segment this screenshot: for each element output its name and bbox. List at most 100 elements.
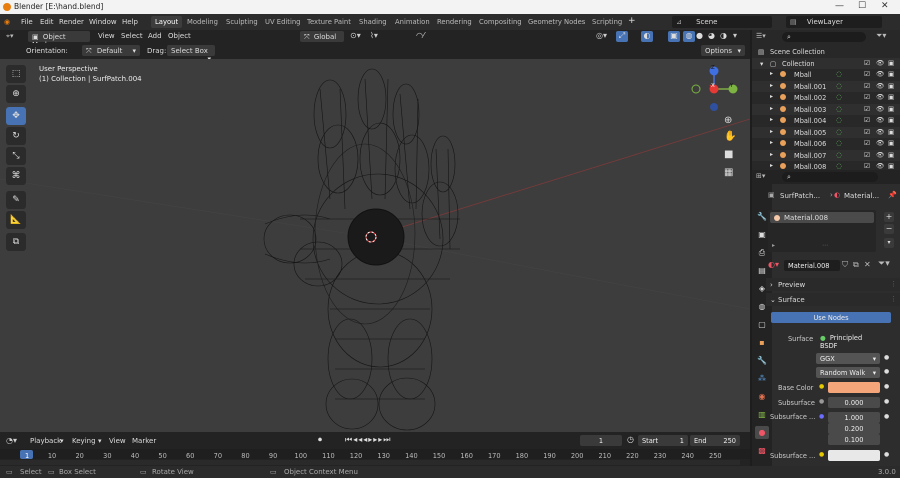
outliner-item[interactable]: ▸ Mball.007 ◌ ☑ 👁 ▣	[752, 149, 900, 161]
eye-icon[interactable]: 👁	[876, 59, 884, 67]
keyframe-dot-icon[interactable]: ●	[884, 368, 889, 375]
menu-file[interactable]: File	[21, 18, 33, 26]
use-nodes-button[interactable]: Use Nodes	[771, 312, 891, 323]
material-slot-list[interactable]: Material.008 ▸ ⋯	[768, 210, 876, 252]
viewport-menu-select[interactable]: Select	[121, 32, 143, 40]
camera-icon[interactable]: ▣	[888, 82, 894, 90]
drag-handle-icon[interactable]: ⋮⋮	[890, 295, 900, 303]
collection-tab-icon[interactable]: ▢	[755, 318, 769, 331]
start-frame-field[interactable]: Start 1	[638, 435, 688, 446]
surface-shader-field[interactable]: ● Principled BSDF	[816, 332, 880, 350]
browse-material-icon[interactable]: ◐▾	[768, 260, 779, 269]
cursor-tool-icon[interactable]: ⊕	[6, 85, 26, 103]
scale-tool-icon[interactable]: ⤡	[6, 147, 26, 165]
tab-texture-paint[interactable]: Texture Paint	[303, 16, 355, 28]
keyframe-dot-icon[interactable]: ●	[884, 451, 889, 458]
expand-icon[interactable]: ▸	[770, 139, 773, 146]
timeline-editor-icon[interactable]: ◔▾	[6, 436, 17, 445]
solid-shading-icon[interactable]: ●	[696, 31, 703, 40]
properties-search-input[interactable]: ⌕	[782, 172, 878, 182]
properties-editor-icon[interactable]: ⊞▾	[756, 172, 765, 180]
eye-icon[interactable]: 👁	[876, 116, 884, 124]
close-button[interactable]: ✕	[881, 1, 889, 11]
remove-slot-button[interactable]: −	[884, 224, 894, 234]
select-box-tool-icon[interactable]: ⬚	[6, 65, 26, 83]
minimize-button[interactable]: —	[835, 1, 844, 11]
metaball-data-icon[interactable]: ◌	[836, 70, 842, 78]
rotate-tool-icon[interactable]: ↻	[6, 127, 26, 145]
expand-icon[interactable]: ▸	[770, 116, 773, 123]
expand-icon[interactable]: ▸	[770, 70, 773, 77]
annotate-tool-icon[interactable]: ✎	[6, 191, 26, 209]
outliner-item[interactable]: ▸ Mball ◌ ☑ 👁 ▣	[752, 69, 900, 81]
camera-icon[interactable]: ▣	[888, 151, 894, 159]
checkbox-icon[interactable]: ☑	[864, 82, 870, 90]
menu-help[interactable]: Help	[122, 18, 138, 26]
object-data-tab-icon[interactable]: ▥	[755, 408, 769, 421]
rendered-shading-icon[interactable]: ◑	[720, 31, 727, 40]
expand-icon[interactable]: ▸	[770, 162, 773, 169]
drag-dropdown[interactable]: Select Box ▾	[167, 45, 215, 63]
outliner-item[interactable]: ▸ Mball.003 ◌ ☑ 👁 ▣	[752, 103, 900, 115]
subsurface-method-dropdown[interactable]: Random Walk ▾	[816, 367, 880, 378]
fake-user-icon[interactable]: ⛉	[842, 260, 848, 270]
outliner-search-input[interactable]: ⌕	[782, 32, 866, 42]
checkbox-icon[interactable]: ☑	[864, 59, 870, 67]
material-slot-row[interactable]: Material.008	[770, 212, 874, 223]
float-socket-icon[interactable]: ●	[819, 398, 824, 405]
material-shading-icon[interactable]: ◕	[708, 31, 715, 40]
tab-scripting[interactable]: Scripting	[588, 16, 626, 28]
pivot-icon[interactable]: ⊙▾	[350, 31, 361, 40]
eye-icon[interactable]: 👁	[876, 162, 884, 170]
3d-viewport[interactable]: User Perspective (1) Collection | SurfPa…	[0, 59, 750, 432]
metaball-data-icon[interactable]: ◌	[836, 128, 842, 136]
editor-type-icon[interactable]: ⌖▾	[6, 32, 13, 41]
link-type-icon[interactable]: ⏷▾	[878, 259, 890, 269]
pan-hand-icon[interactable]: ✋	[724, 131, 736, 142]
distribution-dropdown[interactable]: GGX ▾	[816, 353, 880, 364]
record-icon[interactable]: ⏺	[318, 435, 322, 445]
metaball-data-icon[interactable]: ◌	[836, 162, 842, 170]
eye-icon[interactable]: 👁	[876, 151, 884, 159]
checkbox-icon[interactable]: ☑	[864, 139, 870, 147]
transform-tool-icon[interactable]: ⌘	[6, 167, 26, 185]
unlink-material-icon[interactable]: ✕	[864, 260, 871, 269]
camera-icon[interactable]: ▣	[888, 93, 894, 101]
options-dropdown[interactable]: Options ▾	[701, 45, 745, 56]
end-frame-field[interactable]: End 250	[690, 435, 740, 446]
camera-icon[interactable]: ▣	[888, 59, 894, 67]
view-layer-tab-icon[interactable]: ▤	[755, 264, 769, 277]
subsurface-field[interactable]: 0.000	[828, 397, 880, 408]
camera-icon[interactable]: ▣	[888, 105, 894, 113]
expand-icon[interactable]: ▸	[770, 105, 773, 112]
filter-icon[interactable]: ⏷▾	[876, 31, 886, 41]
eye-icon[interactable]: 👁	[876, 70, 884, 78]
timeline-menu-playback[interactable]: Playback	[30, 437, 61, 445]
wireframe-shading-icon[interactable]: ◍	[683, 31, 695, 42]
checkbox-icon[interactable]: ☑	[864, 151, 870, 159]
tab-shading[interactable]: Shading	[355, 16, 391, 28]
playback-controls-icon[interactable]: ⏮◂◂◂▸▸▸⏭	[345, 435, 392, 445]
timeline-menu-marker[interactable]: Marker	[132, 437, 156, 445]
viewport-menu-add[interactable]: Add	[148, 32, 162, 40]
outliner-item[interactable]: ▸ Mball.002 ◌ ☑ 👁 ▣	[752, 92, 900, 104]
shading-options-icon[interactable]: ▾	[733, 31, 737, 40]
checkbox-icon[interactable]: ☑	[864, 70, 870, 78]
drag-handle-icon[interactable]: ⋮⋮	[890, 280, 900, 288]
visibility-icon[interactable]: ◎▾	[596, 31, 607, 40]
view-layer-selector[interactable]: ▤ ViewLayer	[786, 16, 882, 28]
xray-toggle-icon[interactable]: ▣	[668, 31, 680, 42]
slot-specials-icon[interactable]: ▾	[884, 238, 894, 248]
outliner-editor-icon[interactable]: ☰▾	[756, 32, 766, 40]
maximize-button[interactable]: ☐	[858, 1, 866, 11]
checkbox-icon[interactable]: ☑	[864, 105, 870, 113]
navigation-gizmo[interactable]	[688, 63, 740, 119]
outliner-item[interactable]: ▸ Mball.004 ◌ ☑ 👁 ▣	[752, 115, 900, 127]
tab-rendering[interactable]: Rendering	[433, 16, 476, 28]
keyframe-dot-icon[interactable]: ●	[884, 354, 889, 361]
measure-tool-icon[interactable]: 📐	[6, 211, 26, 229]
expand-icon[interactable]: ▾	[760, 60, 763, 68]
viewport-menu-view[interactable]: View	[98, 32, 115, 40]
clock-icon[interactable]: ◷	[627, 435, 634, 444]
tab-compositing[interactable]: Compositing	[475, 16, 526, 28]
